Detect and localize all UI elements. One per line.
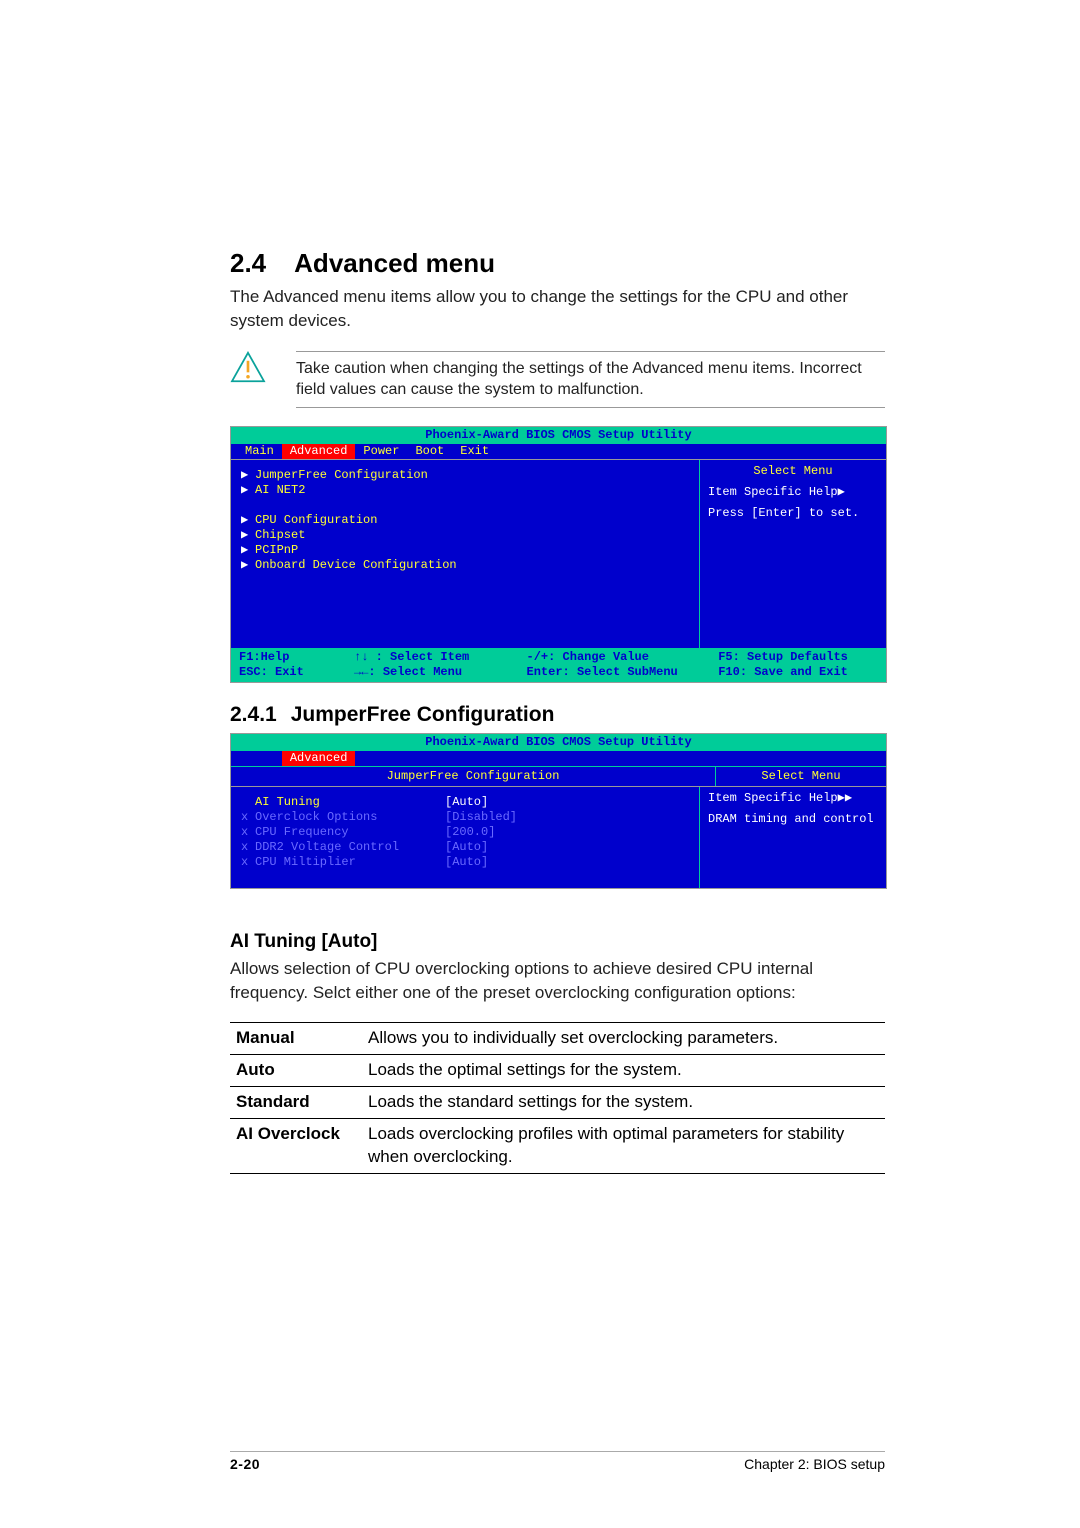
bios-items-panel: AI Tuning[Auto] xOverclock Options[Disab… <box>231 787 700 888</box>
page-number: 2-20 <box>230 1456 260 1472</box>
option-desc: Allows you to individually set overclock… <box>362 1023 885 1055</box>
bios-title: Phoenix-Award BIOS CMOS Setup Utility <box>231 734 886 751</box>
select-menu-label: Select Menu <box>708 464 878 479</box>
item-help-label: Item Specific Help <box>708 485 838 499</box>
item-help-body: DRAM timing and control <box>708 812 878 827</box>
option-desc: Loads overclocking profiles with optimal… <box>362 1119 885 1174</box>
option-desc: Loads the standard settings for the syst… <box>362 1087 885 1119</box>
option-name: Auto <box>230 1055 362 1087</box>
bios-setting-row: xDDR2 Voltage Control[Auto] <box>241 840 689 855</box>
bios-item-blank <box>241 498 689 513</box>
bios-menu-power[interactable]: Power <box>355 444 407 459</box>
bios-menu-boot[interactable]: Boot <box>407 444 452 459</box>
section-heading: 2.4 Advanced menu <box>230 248 885 279</box>
bios-menu-advanced[interactable]: Advanced <box>282 444 356 459</box>
page-footer: 2-20 Chapter 2: BIOS setup <box>230 1451 885 1472</box>
select-menu-label: Select Menu <box>716 767 886 786</box>
bios-screenshot-jumperfree: Phoenix-Award BIOS CMOS Setup Utility Ma… <box>230 733 887 889</box>
chapter-label: Chapter 2: BIOS setup <box>744 1456 885 1472</box>
bios-setting-row: xCPU Miltiplier[Auto] <box>241 855 689 870</box>
subsection-heading: 2.4.1 JumperFree Configuration <box>230 703 885 727</box>
option-name: Manual <box>230 1023 362 1055</box>
bios-menu-bar: Main Advanced <box>231 751 886 766</box>
bios-help-panel: Item Specific Help▶▶ DRAM timing and con… <box>700 787 886 888</box>
caution-text: Take caution when changing the settings … <box>296 351 885 408</box>
table-row: Standard Loads the standard settings for… <box>230 1087 885 1119</box>
bios-items-panel: ▶JumperFree Configuration ▶AI NET2 ▶CPU … <box>231 460 700 648</box>
option-heading: AI Tuning [Auto] <box>230 931 885 953</box>
bios-panel-title: JumperFree Configuration <box>231 767 716 786</box>
item-help-body: Press [Enter] to set. <box>708 506 878 521</box>
bios-setting-row: xOverclock Options[Disabled] <box>241 810 689 825</box>
bios-item[interactable]: ▶Chipset <box>241 528 689 543</box>
chevron-right-icon: ▶ <box>838 485 845 499</box>
option-body: Allows selection of CPU overclocking opt… <box>230 957 885 1005</box>
bios-item[interactable]: ▶PCIPnP <box>241 543 689 558</box>
bios-item[interactable]: ▶Onboard Device Configuration <box>241 558 689 573</box>
bios-help-panel: Select Menu Item Specific Help▶ Press [E… <box>700 460 886 648</box>
option-name: Standard <box>230 1087 362 1119</box>
bios-menu-advanced[interactable]: Advanced <box>282 751 356 766</box>
bios-menu-main[interactable]: Main <box>237 444 282 459</box>
caution-icon <box>230 351 266 383</box>
bios-screenshot-advanced: Phoenix-Award BIOS CMOS Setup Utility Ma… <box>230 426 887 683</box>
bios-menu-bar: Main Advanced Power Boot Exit <box>231 444 886 459</box>
section-title: Advanced menu <box>294 248 495 278</box>
table-row: Manual Allows you to individually set ov… <box>230 1023 885 1055</box>
section-intro: The Advanced menu items allow you to cha… <box>230 285 885 333</box>
table-row: AI Overclock Loads overclocking profiles… <box>230 1119 885 1174</box>
bios-item[interactable]: ▶CPU Configuration <box>241 513 689 528</box>
item-help-label: Item Specific Help <box>708 791 838 805</box>
bios-setting-row: xCPU Frequency[200.0] <box>241 825 689 840</box>
bios-setting-row[interactable]: AI Tuning[Auto] <box>241 795 689 810</box>
option-desc: Loads the optimal settings for the syste… <box>362 1055 885 1087</box>
bios-item[interactable]: ▶AI NET2 <box>241 483 689 498</box>
bios-title: Phoenix-Award BIOS CMOS Setup Utility <box>231 427 886 444</box>
subsection-number: 2.4.1 <box>230 703 277 726</box>
bios-item[interactable]: ▶JumperFree Configuration <box>241 468 689 483</box>
option-table: Manual Allows you to individually set ov… <box>230 1022 885 1174</box>
bios-menu-exit[interactable]: Exit <box>452 444 497 459</box>
subsection-title: JumperFree Configuration <box>291 703 555 726</box>
page: 2.4 Advanced menu The Advanced menu items… <box>0 0 1080 1528</box>
section-number: 2.4 <box>230 248 266 279</box>
bios-footer: F1:Help ↑↓ : Select Item -/+: Change Val… <box>231 648 886 682</box>
chevron-right-icon: ▶▶ <box>838 791 852 805</box>
option-name: AI Overclock <box>230 1119 362 1174</box>
caution-block: Take caution when changing the settings … <box>230 351 885 408</box>
table-row: Auto Loads the optimal settings for the … <box>230 1055 885 1087</box>
